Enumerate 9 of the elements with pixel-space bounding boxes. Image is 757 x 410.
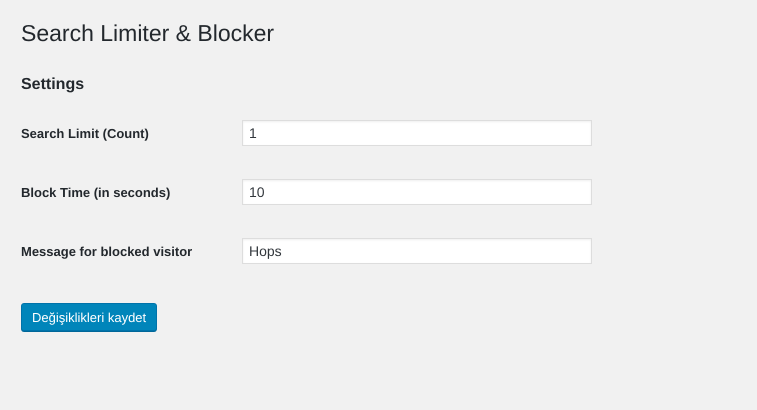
page-title: Search Limiter & Blocker [21,19,276,48]
text-field[interactable]: 1 [242,120,592,146]
field-label: Block Time (in seconds) [21,184,172,200]
text-field[interactable]: 10 [242,179,592,205]
section-title: Settings [21,75,86,95]
text-field[interactable]: Hops [242,238,592,264]
field-label: Message for blocked visitor [21,244,194,258]
save-button[interactable]: Değişiklikleri kaydet [21,303,158,331]
field-label: Search Limit (Count) [21,126,150,140]
